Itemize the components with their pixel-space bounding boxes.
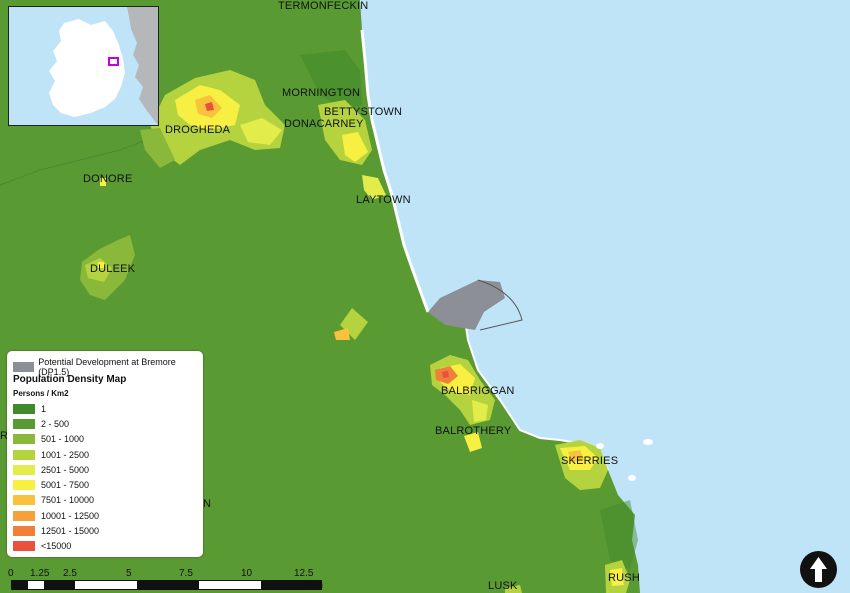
island [596, 443, 604, 449]
legend-title: Population Density Map [13, 374, 127, 385]
inset-map-canvas [9, 7, 158, 125]
legend-swatch [13, 418, 35, 429]
legend-item: 12501 - 15000 [13, 523, 99, 538]
legend-item-label: 2501 - 5000 [41, 464, 90, 475]
scale-tick-label: 12.5 [294, 568, 314, 579]
legend-item: 1001 - 2500 [13, 447, 99, 462]
scale-bar-graphic [11, 580, 322, 590]
cut-off-label: N [203, 498, 212, 510]
legend-swatch [13, 403, 35, 414]
legend-class-list: 1 2 - 500 501 - 1000 1001 - 2500 2501 - 5000… [13, 401, 99, 554]
scale-tick-label: 2.5 [63, 568, 77, 579]
legend-swatch [13, 434, 35, 445]
scale-tick-label: 10 [241, 568, 253, 579]
place-label-donacarney: DONACARNEY [284, 118, 364, 130]
legend-item-label: 1 [41, 403, 47, 414]
legend-swatch [13, 510, 35, 521]
island [643, 439, 653, 445]
legend-item-label: 2 - 500 [41, 418, 70, 429]
legend-item: <15000 [13, 539, 99, 554]
place-label-laytown: LAYTOWN [356, 194, 411, 206]
place-label-donore: DONORE [83, 173, 133, 185]
place-label-balrothery: BALROTHERY [435, 425, 512, 437]
legend-item-label: 10001 - 12500 [41, 510, 100, 521]
legend-item-label: 12501 - 15000 [41, 526, 100, 537]
legend-units: Persons / Km2 [13, 389, 69, 398]
map[interactable]: TERMONFECKIN MORNINGTON BETTYSTOWN DROGH… [0, 0, 850, 593]
scale-segment [12, 581, 28, 589]
north-arrow-graphic [810, 557, 827, 582]
legend-item: 5001 - 7500 [13, 477, 99, 492]
legend-item-label: 5001 - 7500 [41, 480, 90, 491]
scale-unit: Km [308, 580, 323, 591]
legend-item: 501 - 1000 [13, 432, 99, 447]
place-label-balbriggan: BALBRIGGAN [441, 385, 515, 397]
place-label-rush: RUSH [608, 572, 640, 584]
legend-swatch [13, 480, 35, 491]
legend-item-label: 7501 - 10000 [41, 495, 95, 506]
inset-locator-map [8, 6, 159, 126]
legend-development-swatch [13, 362, 35, 372]
legend-swatch [13, 495, 35, 506]
legend-item-label: 1001 - 2500 [41, 449, 90, 460]
scale-segment [44, 581, 75, 589]
legend-item: 2501 - 5000 [13, 462, 99, 477]
place-label-lusk: LUSK [488, 580, 518, 592]
legend-item: 10001 - 12500 [13, 508, 99, 523]
legend-swatch [13, 449, 35, 460]
place-label-mornington: MORNINGTON [282, 87, 361, 99]
scale-tick-label: 5 [126, 568, 132, 579]
place-label-bettystown: BETTYSTOWN [324, 106, 403, 118]
legend-item: 1 [13, 401, 99, 416]
legend-item-label: <15000 [41, 541, 72, 552]
legend-swatch [13, 464, 35, 475]
legend: Potential Development at Bremore (DP1.5)… [7, 351, 203, 557]
scale-bar: 0 1.25 2.5 5 7.5 10 12.5 Km [8, 568, 328, 593]
place-label-duleek: DULEEK [90, 263, 136, 275]
legend-item: 7501 - 10000 [13, 493, 99, 508]
legend-item: 2 - 500 [13, 416, 99, 431]
place-label-termonfeckin: TERMONFECKIN [278, 0, 369, 12]
scale-tick-label: 1.25 [30, 568, 50, 579]
legend-item-label: 501 - 1000 [41, 434, 85, 445]
place-label-skerries: SKERRIES [561, 455, 619, 467]
scale-tick-label: 0 [8, 568, 14, 579]
legend-swatch [13, 541, 35, 552]
legend-swatch [13, 526, 35, 537]
island [628, 475, 636, 481]
north-arrow-icon [800, 551, 837, 588]
scale-tick-label: 7.5 [179, 568, 193, 579]
place-label-drogheda: DROGHEDA [165, 124, 231, 136]
scale-segment [137, 581, 199, 589]
